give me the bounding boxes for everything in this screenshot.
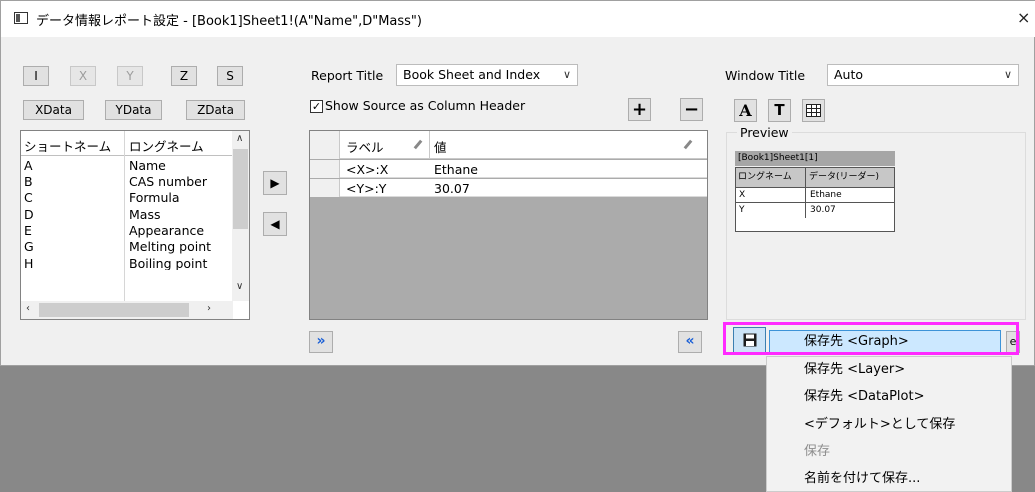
close-icon[interactable]: × (1017, 8, 1030, 27)
long-name: Name (129, 158, 166, 173)
preview-row-name: X (736, 188, 806, 203)
list-item[interactable]: D Mass (21, 207, 233, 223)
window-title: データ情報レポート設定 - [Book1]Sheet1!(A"Name",D"M… (36, 14, 422, 29)
preview-col-header: データ(リーダー) (806, 168, 894, 188)
list-item[interactable]: B CAS number (21, 174, 233, 190)
ydata-button[interactable]: YData (105, 100, 162, 120)
report-title-label: Report Title (311, 68, 384, 83)
header-value[interactable]: 値 (434, 137, 447, 156)
list-item[interactable]: A Name (21, 158, 233, 174)
table-row[interactable]: <Y>:Y 30.07 (310, 179, 707, 197)
table-icon[interactable] (802, 99, 825, 122)
i-button[interactable]: I (23, 66, 49, 86)
menu-item-save-as[interactable]: 名前を付けて保存... (767, 466, 1011, 492)
dialog-window: データ情報レポート設定 - [Book1]Sheet1!(A"Name",D"M… (0, 0, 1035, 366)
table-row[interactable]: <X>:X Ethane (310, 160, 707, 178)
scroll-up-icon[interactable]: ∧ (236, 133, 243, 144)
add-column-button[interactable]: ▶ (263, 171, 287, 195)
row-header (310, 179, 340, 197)
minus-icon[interactable]: − (680, 98, 703, 121)
row-label: <X>:X (346, 162, 389, 177)
row-value: Ethane (434, 162, 478, 177)
pencil-icon (413, 139, 423, 150)
highlight-box (723, 322, 1019, 355)
long-name: Appearance (129, 223, 205, 238)
x-button[interactable]: X (70, 66, 96, 86)
scroll-thumb[interactable] (233, 149, 248, 229)
collapse-button[interactable]: « (678, 331, 702, 353)
header-label[interactable]: ラベル (346, 137, 384, 156)
report-table[interactable]: ラベル 値 <X>:X Ethane <Y>:Y 30.07 (309, 130, 708, 320)
list-item[interactable]: G Melting point (21, 239, 233, 255)
horizontal-scrollbar[interactable]: ‹ › (21, 301, 233, 319)
long-name: CAS number (129, 174, 207, 189)
triangle-left-icon: ◀ (270, 217, 280, 231)
long-name: Boiling point (129, 256, 208, 271)
report-table-header: ラベル 値 (310, 131, 707, 159)
scroll-left-icon[interactable]: ‹ (26, 303, 30, 314)
show-source-label[interactable]: Show Source as Column Header (325, 98, 525, 113)
font-icon[interactable]: A (734, 99, 757, 122)
title-bar: データ情報レポート設定 - [Book1]Sheet1!(A"Name",D"M… (1, 1, 1035, 37)
triangle-right-icon: ▶ (270, 176, 280, 190)
y-button[interactable]: Y (117, 66, 143, 86)
remove-column-button[interactable]: ◀ (263, 212, 287, 236)
s-button[interactable]: S (217, 66, 243, 86)
menu-item-save-dataplot[interactable]: 保存先 <DataPlot> (767, 384, 1011, 410)
preview-col-header: ロングネーム (736, 168, 806, 188)
column-list-header: ショートネーム ロングネーム (21, 131, 233, 156)
window-title-select[interactable]: Auto ∨ (827, 64, 1019, 86)
report-title-select[interactable]: Book Sheet and Index ∨ (396, 64, 578, 86)
short-name: D (24, 207, 34, 222)
long-name: Formula (129, 190, 180, 205)
header-short-name[interactable]: ショートネーム (24, 136, 111, 155)
short-name: C (24, 190, 33, 205)
preview-caption: [Book1]Sheet1[1] (735, 151, 895, 166)
column-list[interactable]: ショートネーム ロングネーム A Name B CAS number C Formul… (20, 130, 250, 320)
vertical-scrollbar[interactable]: ∧ ∨ (232, 131, 249, 301)
report-title-value: Book Sheet and Index (403, 67, 541, 82)
chevron-down-icon: ∨ (562, 68, 571, 81)
list-item[interactable]: H Boiling point (21, 256, 233, 271)
short-name: G (24, 239, 34, 254)
long-name: Melting point (129, 239, 212, 254)
preview-row-value: Ethane (806, 188, 894, 203)
expand-button[interactable]: » (309, 331, 333, 353)
short-name: H (24, 256, 34, 271)
window-icon (14, 12, 28, 24)
scroll-thumb[interactable] (39, 303, 189, 317)
preview-row-name: Y (736, 203, 806, 218)
short-name: E (24, 223, 32, 238)
row-label: <Y>:Y (346, 181, 387, 196)
text-icon[interactable]: T (768, 99, 791, 122)
row-value: 30.07 (434, 181, 470, 196)
z-button[interactable]: Z (171, 66, 197, 86)
scroll-right-icon[interactable]: › (207, 303, 211, 314)
preview-table: ロングネーム データ(リーダー) X Ethane Y 30.07 (735, 167, 895, 232)
show-source-checkbox[interactable]: ✓ (310, 100, 323, 113)
window-title-label: Window Title (725, 68, 806, 83)
preview-label: Preview (737, 125, 792, 140)
xdata-button[interactable]: XData (23, 100, 84, 120)
plus-icon[interactable]: + (628, 98, 651, 121)
zdata-button[interactable]: ZData (186, 100, 245, 120)
save-menu: 保存先 <Layer> 保存先 <DataPlot> <デフォルト>として保存 … (766, 356, 1012, 492)
pencil-icon (683, 139, 693, 150)
long-name: Mass (129, 207, 161, 222)
list-item[interactable]: C Formula (21, 190, 233, 206)
scroll-down-icon[interactable]: ∨ (236, 281, 243, 292)
row-header (310, 160, 340, 178)
header-long-name[interactable]: ロングネーム (129, 136, 204, 155)
short-name: B (24, 174, 33, 189)
chevron-down-icon: ∨ (1003, 68, 1012, 81)
preview-row-value: 30.07 (810, 205, 836, 215)
list-item[interactable]: E Appearance (21, 223, 233, 239)
menu-item-save[interactable]: 保存 (767, 439, 1011, 465)
menu-item-save-default[interactable]: <デフォルト>として保存 (767, 412, 1011, 438)
short-name: A (24, 158, 33, 173)
menu-item-save-layer[interactable]: 保存先 <Layer> (767, 357, 1011, 383)
window-title-value: Auto (834, 67, 864, 82)
